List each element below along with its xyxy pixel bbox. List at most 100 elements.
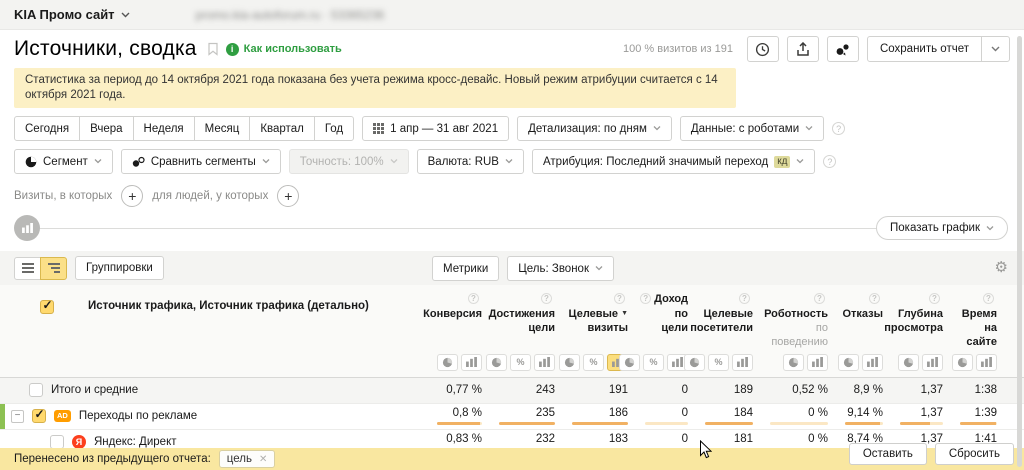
period-button-group: СегодняВчераНеделяМесяцКварталГод: [14, 116, 354, 141]
chevron-down-icon: [121, 12, 130, 18]
robotness-pie-toggle[interactable]: [783, 354, 804, 371]
goal-reaches-pct-toggle[interactable]: %: [510, 354, 531, 371]
data-mode-dropdown[interactable]: Данные: с роботами: [680, 116, 824, 141]
bar-chart-icon: [539, 357, 550, 367]
time-bar-toggle[interactable]: [976, 354, 997, 371]
target-visitors-pie-toggle[interactable]: [684, 354, 705, 371]
row-checkbox[interactable]: [29, 383, 43, 397]
tree-view-button[interactable]: [40, 257, 67, 280]
pie-chart-icon: [689, 357, 700, 368]
cell-value: 181: [734, 434, 753, 445]
column-header-time[interactable]: ?Времяна сайте: [953, 285, 1007, 376]
period-button-5[interactable]: Год: [314, 116, 354, 141]
column-header-depth[interactable]: ?Глубинапросмотра: [893, 285, 953, 376]
cell-time: 1:39: [953, 404, 1007, 429]
bar-chart-icon: [981, 357, 992, 367]
compare-segments-dropdown[interactable]: Сравнить сегменты: [121, 149, 281, 174]
period-button-3[interactable]: Месяц: [194, 116, 251, 141]
add-people-condition-button[interactable]: +: [277, 185, 299, 207]
tree-view-icon: [48, 263, 60, 273]
segment-dropdown[interactable]: Сегмент: [14, 149, 113, 174]
save-report-button[interactable]: Сохранить отчет: [868, 37, 981, 61]
table-row-totals: Итого и средние0,77 %24319101890,52 %8,9…: [0, 378, 1024, 404]
chevron-down-icon: [805, 126, 813, 131]
percent-icon: %: [589, 357, 597, 367]
row-label: Яндекс: Директ: [94, 436, 177, 448]
robotness-bar-toggle[interactable]: [807, 354, 828, 371]
row-checkbox[interactable]: [32, 409, 46, 423]
report-header: Источники, сводка i Как использовать 100…: [0, 30, 1024, 66]
vertical-scrollbar[interactable]: [1017, 36, 1022, 467]
goal-reaches-pie-toggle[interactable]: [486, 354, 507, 371]
currency-dropdown[interactable]: Валюта: RUB: [417, 149, 524, 174]
reset-button[interactable]: Сбросить: [935, 443, 1014, 465]
date-range-button[interactable]: 1 апр — 31 авг 2021: [362, 116, 509, 141]
segments-blobs-icon: [835, 43, 850, 56]
pie-chart-icon: [491, 357, 502, 368]
collapse-row-button[interactable]: −: [11, 410, 24, 423]
attribution-dropdown[interactable]: Атрибуция: Последний значимый переход кд: [532, 149, 815, 174]
segmentation-filter-row: Визиты, в которых + для людей, у которых…: [14, 185, 1010, 207]
goal-dropdown[interactable]: Цель: Звонок: [507, 256, 614, 281]
goal-revenue-pct-toggle[interactable]: %: [643, 354, 664, 371]
metrics-button[interactable]: Метрики: [432, 256, 499, 281]
cell-depth: 1,37: [893, 404, 953, 429]
export-button[interactable]: [787, 36, 819, 62]
chevron-down-icon: [595, 266, 603, 271]
depth-pie-toggle[interactable]: [898, 354, 919, 371]
help-icon[interactable]: ?: [823, 155, 836, 168]
target-visitors-bar-toggle[interactable]: [732, 354, 753, 371]
time-pie-toggle[interactable]: [952, 354, 973, 371]
cell-value: 189: [734, 385, 753, 396]
goal-revenue-pie-toggle[interactable]: [619, 354, 640, 371]
row-label: Итого и средние: [51, 384, 138, 396]
compare-data-button[interactable]: [827, 36, 859, 62]
cell-bounce: 8,9 %: [838, 378, 893, 403]
save-report-menu-button[interactable]: [981, 37, 1009, 61]
period-button-1[interactable]: Вчера: [79, 116, 133, 141]
chart-handle[interactable]: [14, 215, 40, 241]
column-header-target-visitors[interactable]: ?Целевыепосетители%: [698, 285, 763, 376]
target-visits-pct-toggle[interactable]: %: [583, 354, 604, 371]
table-settings-gear-icon[interactable]: ⚙: [995, 258, 1008, 276]
conversion-bar-toggle[interactable]: [461, 354, 482, 371]
row-checkbox[interactable]: [50, 435, 64, 449]
export-icon: [796, 42, 810, 57]
history-button[interactable]: [747, 36, 779, 62]
conversion-pie-toggle[interactable]: [437, 354, 458, 371]
help-icon[interactable]: ?: [832, 122, 845, 135]
show-graph-button[interactable]: Показать график: [876, 216, 1008, 240]
visits-sample-info: 100 % визитов из 191: [623, 43, 733, 55]
precision-dropdown[interactable]: Точность: 100%: [289, 149, 409, 174]
period-button-2[interactable]: Неделя: [133, 116, 195, 141]
depth-bar-toggle[interactable]: [922, 354, 943, 371]
cell-robotness: 0 %: [763, 404, 838, 429]
cell-value: 0,8 %: [453, 408, 482, 419]
bookmark-icon[interactable]: [207, 42, 219, 56]
keep-button[interactable]: Оставить: [849, 443, 927, 465]
column-header-conversion[interactable]: ?Конверсия: [430, 285, 492, 376]
period-button-4[interactable]: Квартал: [249, 116, 314, 141]
value-share-bar: [845, 422, 883, 425]
remove-chip-icon[interactable]: ✕: [259, 454, 267, 465]
target-visitors-pct-toggle[interactable]: %: [708, 354, 729, 371]
counter-selector[interactable]: KIA Промо сайт: [14, 7, 130, 22]
period-button-0[interactable]: Сегодня: [14, 116, 80, 141]
select-all-checkbox[interactable]: [40, 300, 54, 314]
bounce-bar-toggle[interactable]: [862, 354, 883, 371]
cell-value: 232: [536, 434, 555, 445]
bar-chart-icon: [466, 357, 477, 367]
flat-list-view-button[interactable]: [14, 257, 41, 280]
target-visits-pie-toggle[interactable]: [559, 354, 580, 371]
goal-reaches-bar-toggle[interactable]: [534, 354, 555, 371]
chevron-down-icon: [262, 159, 270, 164]
column-header-goal-reaches[interactable]: ?Достиженияцели%: [492, 285, 565, 376]
add-visits-condition-button[interactable]: +: [121, 185, 143, 207]
how-to-use-link[interactable]: i Как использовать: [226, 43, 342, 56]
save-report-split-button: Сохранить отчет: [867, 36, 1010, 62]
bounce-pie-toggle[interactable]: [838, 354, 859, 371]
column-header-robotness[interactable]: ?Роботностьпо поведению: [763, 285, 838, 376]
chevron-down-icon: [390, 159, 398, 164]
detalization-dropdown[interactable]: Детализация: по дням: [517, 116, 672, 141]
groupings-button[interactable]: Группировки: [75, 256, 164, 280]
